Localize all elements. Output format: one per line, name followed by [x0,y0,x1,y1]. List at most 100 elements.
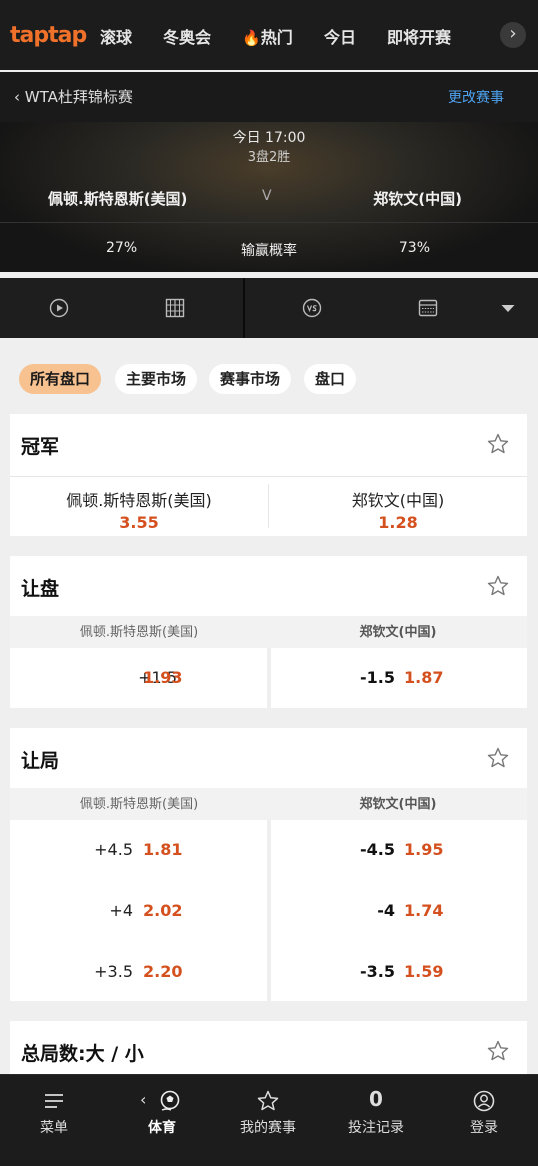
handicap-line: -1.5 [360,668,395,687]
market-filters: 所有盘口 主要市场 赛事市场 盘口 [0,342,538,412]
game-handicap-column-player1: +4.5 1.81 +4 2.02 +3.5 2.20 [10,820,267,1001]
handicap-odds: 2.20 [143,962,183,981]
star-icon[interactable] [486,1039,510,1063]
nav-winter-olympics[interactable]: 冬奥会 [163,24,211,48]
nav-hot[interactable]: 🔥热门 [242,24,293,48]
handicap-option-player1[interactable]: +1.5 1.93 [10,648,267,708]
star-icon[interactable] [486,574,510,598]
bottom-nav-label: 我的赛事 [240,1120,296,1136]
game-handicap-option[interactable]: -3.5 1.59 [271,942,527,1001]
match-time: 今日 17:00 [232,130,306,146]
toolbar-divider [243,278,245,338]
court-icon[interactable] [165,298,185,318]
col-header-player1: 佩顿.斯特恩斯(美国) [79,797,199,812]
option-label: 郑钦文(中国) [351,491,445,510]
game-handicap-column-player2: -4.5 1.95 -4 1.74 -3.5 1.59 [271,820,527,1001]
chevron-left-icon: ‹ [140,1090,147,1109]
game-handicap-option[interactable]: +3.5 2.20 [10,942,267,1001]
vs-label: V [262,188,272,204]
player2-name: 郑钦文(中国) [373,190,462,208]
scoreboard-icon[interactable] [418,298,438,318]
col-header-player1: 佩顿.斯特恩斯(美国) [79,625,199,640]
handicap-line: -4 [377,901,395,920]
handicap-option-player2[interactable]: -1.5 1.87 [271,648,527,708]
soccer-ball-icon [160,1090,180,1111]
filter-main-markets[interactable]: 主要市场 [115,364,198,394]
handicap-line: -4.5 [360,840,395,859]
nav-upcoming[interactable]: 即将开赛 [387,24,451,48]
media-toolbar [0,278,538,338]
league-title: WTA杜拜锦标赛 [24,88,133,106]
handicap-odds: 1.74 [404,901,444,920]
chevron-left-icon: ‹ [14,88,25,106]
option-odds: 1.28 [378,513,418,532]
star-icon[interactable] [486,746,510,770]
handicap-odds: 2.02 [143,901,183,920]
match-format: 3盘2胜 [247,150,291,165]
market-title: 冠军 [21,436,60,458]
filter-lines[interactable]: 盘口 [304,364,357,394]
bottom-nav-label: 投注记录 [348,1120,404,1136]
handicap-line: +3.5 [94,962,133,981]
column-headers: 佩顿.斯特恩斯(美国) 郑钦文(中国) [10,788,527,820]
game-handicap-option[interactable]: +4.5 1.81 [10,820,267,880]
user-icon [473,1090,495,1112]
handicap-odds: 1.93 [143,668,183,687]
bet-count: 0 [369,1087,383,1111]
option-label: 佩顿.斯特恩斯(美国) [66,491,212,510]
filter-event-markets[interactable]: 赛事市场 [209,364,292,394]
col-header-player2: 郑钦文(中国) [359,625,437,640]
handicap-line: -3.5 [360,962,395,981]
top-nav: taptap 滚球 冬奥会 🔥热门 今日 即将开赛 › [0,0,538,70]
handicap-odds: 1.81 [143,840,183,859]
change-event-link[interactable]: 更改赛事 [448,87,504,107]
market-card-handicap: 让盘 佩顿.斯特恩斯(美国) 郑钦文(中国) +1.5 1.93 -1.5 1.… [10,556,527,708]
win-prob-label: 输赢概率 [241,243,297,259]
divider [0,222,538,223]
star-icon [257,1090,279,1111]
champion-option-player1[interactable]: 佩顿.斯特恩斯(美国) 3.55 [10,476,268,536]
star-icon[interactable] [486,432,510,456]
handicap-line: +4 [109,901,133,920]
col-header-player2: 郑钦文(中国) [359,797,437,812]
dropdown-icon[interactable] [498,298,518,318]
filter-all-markets[interactable]: 所有盘口 [19,364,102,394]
fire-icon: 🔥 [242,29,261,47]
game-handicap-option[interactable]: -4.5 1.95 [271,820,527,880]
match-header: ‹ WTA杜拜锦标赛 更改赛事 [0,72,538,122]
market-title: 让盘 [21,578,60,600]
bottom-nav-label: 体育 [148,1120,176,1136]
menu-icon [45,1094,63,1108]
nav-live[interactable]: 滚球 [100,24,132,48]
column-headers: 佩顿.斯特恩斯(美国) 郑钦文(中国) [10,616,527,648]
card-header: 让盘 [10,556,527,616]
player1-name: 佩顿.斯特恩斯(美国) [48,190,188,208]
market-card-champion: 冠军 佩顿.斯特恩斯(美国) 3.55 郑钦文(中国) 1.28 [10,414,527,536]
nav-scroll-right-icon[interactable]: › [500,22,526,48]
handicap-odds: 1.95 [404,840,444,859]
game-handicap-option[interactable]: +4 2.02 [10,881,267,941]
handicap-odds: 1.59 [404,962,444,981]
market-card-game-handicap: 让局 佩顿.斯特恩斯(美国) 郑钦文(中国) +4.5 1.81 +4 2.02… [10,728,527,1001]
card-header: 让局 [10,728,527,788]
market-card-total-games: 总局数:大 / 小 [10,1021,527,1074]
nav-hot-label: 热门 [260,28,293,47]
taptap-logo[interactable]: taptap [10,20,87,50]
market-title: 总局数:大 / 小 [21,1043,144,1065]
handicap-odds: 1.87 [404,668,444,687]
champion-option-player2[interactable]: 郑钦文(中国) 1.28 [269,476,527,536]
match-hero: 今日 17:00 3盘2胜 佩顿.斯特恩斯(美国) V 郑钦文(中国) 27% … [0,122,538,272]
play-icon[interactable] [49,298,69,318]
logo-text: taptap [10,22,87,48]
bottom-nav-label: 菜单 [40,1120,68,1136]
player2-win-pct: 73% [398,240,430,256]
back-button[interactable]: ‹ WTA杜拜锦标赛 [14,86,133,107]
bottom-nav-label: 登录 [470,1120,498,1136]
market-title: 让局 [21,750,60,772]
nav-today[interactable]: 今日 [324,24,356,48]
vs-icon[interactable] [302,298,322,318]
option-odds: 3.55 [119,513,159,532]
bottom-nav: 菜单 ‹ 体育 我的赛事 0 投注记录 登录 [0,1074,538,1166]
game-handicap-option[interactable]: -4 1.74 [271,881,527,941]
handicap-line: +4.5 [94,840,133,859]
